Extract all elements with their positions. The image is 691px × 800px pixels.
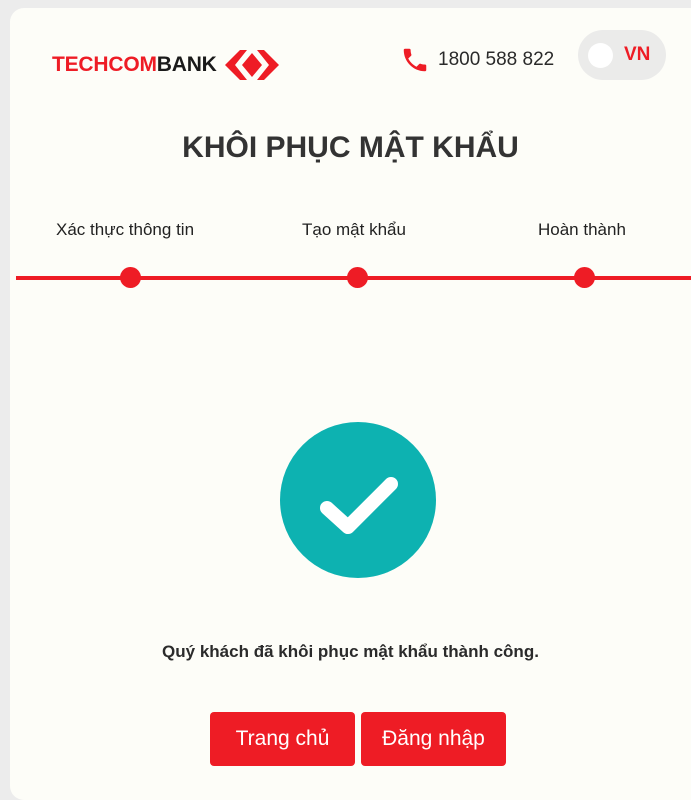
page-title: KHÔI PHỤC MẬT KHẨU <box>182 131 519 164</box>
hotline[interactable]: 1800 588 822 <box>400 45 554 75</box>
step-label-complete: Hoàn thành <box>538 220 626 239</box>
techcombank-logo[interactable]: TECHCOMBANK <box>52 47 279 83</box>
logo-wordmark-part1: TECHCOM <box>52 53 157 76</box>
hotline-number: 1800 588 822 <box>438 49 555 70</box>
logo-wordmark-part2: BANK <box>156 53 217 76</box>
language-toggle-knob <box>588 43 613 68</box>
recovery-card: TECHCOMBANK 1800 588 822 VN KHÔI PHỤC MẬ… <box>10 8 691 800</box>
success-badge <box>280 422 436 578</box>
check-icon <box>320 477 398 534</box>
step-label-verify: Xác thực thông tin <box>56 220 195 239</box>
success-message: Quý khách đã khôi phục mật khẩu thành cô… <box>162 642 539 661</box>
step-dot-create-password <box>347 267 368 288</box>
step-dot-complete <box>574 267 595 288</box>
phone-icon <box>403 48 427 72</box>
language-label: VN <box>624 44 651 65</box>
step-dot-verify <box>120 267 141 288</box>
step-label-create-password: Tạo mật khẩu <box>302 220 406 239</box>
home-button[interactable]: Trang chủ <box>210 712 355 766</box>
techcombank-logo-icon <box>224 50 279 80</box>
login-button[interactable]: Đăng nhập <box>361 712 506 766</box>
language-toggle[interactable]: VN <box>578 30 666 80</box>
logo-wordmark: TECHCOMBANK <box>52 53 217 77</box>
